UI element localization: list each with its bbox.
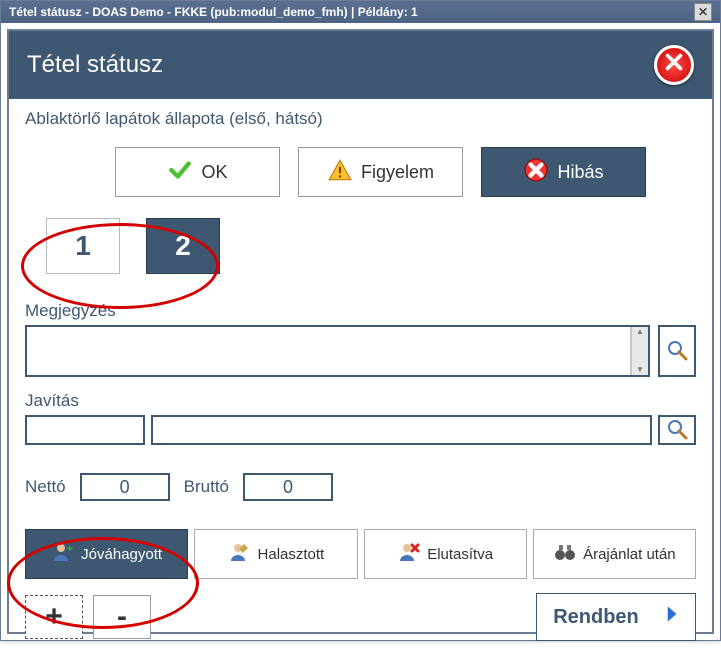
arrow-right-icon	[649, 599, 679, 635]
javitas-label: Javítás	[25, 391, 696, 411]
megjegyzes-input[interactable]	[27, 327, 630, 375]
window-title: Tétel státusz - DOAS Demo - FKKE (pub:mo…	[9, 5, 418, 19]
netto-label: Nettó	[25, 477, 66, 497]
tab-afterquote[interactable]: Árajánlat után	[533, 529, 696, 579]
action-tab-row: + Jóváhagyott Halasztott	[25, 529, 696, 579]
tab-approved-label: Jóváhagyott	[81, 546, 162, 563]
tab-deferred-label: Halasztott	[258, 546, 325, 563]
window: Tétel státusz - DOAS Demo - FKKE (pub:mo…	[0, 0, 721, 641]
money-row: Nettó Bruttó	[25, 473, 696, 501]
panel-body: Ablaktörlő lapátok állapota (első, hátsó…	[9, 99, 712, 655]
rendben-label: Rendben	[553, 606, 639, 629]
plus-button[interactable]: +	[25, 595, 83, 639]
brutto-label: Bruttó	[184, 477, 229, 497]
status-row: OK Figyelem Hibás	[115, 147, 696, 197]
minus-label: -	[117, 600, 127, 634]
search-icon	[665, 417, 689, 444]
binoculars-icon	[553, 540, 577, 568]
window-close-button[interactable]: ✕	[694, 3, 712, 21]
person-plus-icon: +	[51, 540, 75, 568]
tab-deferred[interactable]: Halasztott	[194, 529, 357, 579]
panel-header: Tétel státusz	[9, 31, 712, 99]
javitas-row	[25, 415, 696, 445]
megjegyzes-box: ▲▼	[25, 325, 650, 377]
scrollbar[interactable]: ▲▼	[630, 327, 648, 375]
status-err-button[interactable]: Hibás	[481, 147, 646, 197]
number-two-label: 2	[175, 230, 191, 262]
warning-icon	[327, 157, 353, 188]
panel: Tétel státusz Ablaktörlő lapátok állapot…	[7, 29, 714, 634]
netto-input[interactable]	[80, 473, 170, 501]
status-warn-button[interactable]: Figyelem	[298, 147, 463, 197]
tab-approved[interactable]: + Jóváhagyott	[25, 529, 188, 579]
close-icon	[663, 51, 685, 80]
tab-afterquote-label: Árajánlat után	[583, 546, 676, 563]
brutto-input[interactable]	[243, 473, 333, 501]
panel-close-button[interactable]	[654, 45, 694, 85]
number-one-label: 1	[75, 230, 91, 262]
subtitle: Ablaktörlő lapátok állapota (első, hátsó…	[25, 109, 696, 129]
svg-text:+: +	[67, 544, 73, 555]
client-area: Tétel státusz Ablaktörlő lapátok állapot…	[1, 23, 720, 640]
rendben-button[interactable]: Rendben	[536, 593, 696, 641]
status-ok-button[interactable]: OK	[115, 147, 280, 197]
javitas-search-button[interactable]	[658, 415, 696, 445]
check-icon	[167, 157, 193, 188]
status-err-label: Hibás	[557, 162, 603, 183]
bottom-row: + - Rendben	[25, 593, 696, 641]
javitas-text-input[interactable]	[151, 415, 652, 445]
megjegyzes-label: Megjegyzés	[25, 301, 696, 321]
tab-rejected-label: Elutasítva	[427, 546, 493, 563]
titlebar: Tétel státusz - DOAS Demo - FKKE (pub:mo…	[1, 1, 720, 23]
person-edit-icon	[228, 540, 252, 568]
javitas-code-input[interactable]	[25, 415, 145, 445]
megjegyzes-row: ▲▼	[25, 325, 696, 377]
panel-title: Tétel státusz	[27, 51, 163, 79]
error-icon	[523, 157, 549, 188]
status-ok-label: OK	[201, 162, 227, 183]
tab-rejected[interactable]: Elutasítva	[364, 529, 527, 579]
search-icon	[665, 338, 689, 365]
number-row: 1 2	[47, 219, 696, 273]
megjegyzes-search-button[interactable]	[658, 325, 696, 377]
plus-label: +	[45, 600, 63, 634]
minus-button[interactable]: -	[93, 595, 151, 639]
status-warn-label: Figyelem	[361, 162, 434, 183]
person-x-icon	[397, 540, 421, 568]
number-one-button[interactable]: 1	[47, 219, 119, 273]
number-two-button[interactable]: 2	[147, 219, 219, 273]
